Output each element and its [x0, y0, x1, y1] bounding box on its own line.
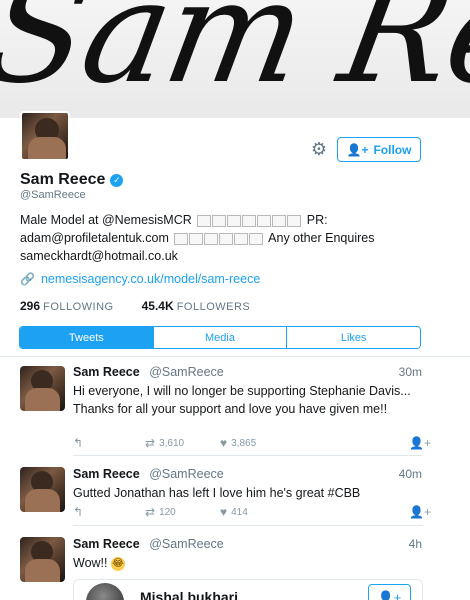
tweet-avatar[interactable] [20, 537, 65, 582]
reply-icon: ↰ [73, 505, 84, 519]
heart-icon: ♥ [220, 436, 228, 450]
tab-media[interactable]: Media [153, 327, 288, 348]
tweet-author-handle[interactable]: @SamReece [149, 537, 224, 551]
tweet-timestamp: 4h [408, 537, 422, 551]
tweet-author-name[interactable]: Sam Reece [73, 537, 140, 551]
verified-badge-icon: ✓ [110, 173, 124, 187]
like-button[interactable]: ♥ 3,865 [220, 436, 256, 450]
follow-button[interactable]: 👤+ Follow [337, 137, 421, 162]
retweet-button[interactable]: ⇄ 3,610 [145, 436, 184, 450]
tweet-header: Sam Reece @SamReece [73, 365, 224, 379]
profile-stats: 296 FOLLOWING 45.4K FOLLOWERS [20, 299, 250, 313]
add-user-icon: 👤+ [346, 142, 369, 157]
laughing-face-icon: 😂 [110, 556, 125, 571]
like-button[interactable]: ♥ 414 [220, 505, 248, 519]
avatar-torso [28, 137, 66, 159]
profile-bio: Male Model at @NemesisMCR PR: adam@profi… [20, 211, 440, 265]
tweet-timestamp: 40m [398, 467, 422, 481]
bio-email-text[interactable]: adam@profiletalentuk.com [20, 231, 169, 245]
gear-icon[interactable]: ⚙ [310, 140, 328, 158]
banner-script-text: Sam Reece [0, 0, 470, 115]
like-count: 3,865 [231, 437, 257, 449]
bio-line-2: adam@profiletalentuk.com Any other Enqui… [20, 229, 440, 247]
followers-count: 45.4K [141, 299, 174, 313]
tweet-header: Sam Reece @SamReece [73, 537, 224, 551]
tweet-actions: ↰ ⇄ 3,610 ♥ 3,865 👤+ [73, 436, 431, 450]
following-label: FOLLOWING [43, 301, 114, 313]
followers-label: FOLLOWERS [176, 301, 251, 313]
tweet-divider [73, 525, 423, 526]
quoted-user-avatar[interactable] [86, 583, 124, 600]
following-stat[interactable]: 296 FOLLOWING [20, 299, 114, 313]
tweet-text-content: Wow!! [73, 556, 108, 570]
tweet-text: Hi everyone, I will no longer be support… [73, 384, 411, 416]
add-user-icon: 👤+ [409, 505, 431, 519]
tab-likes[interactable]: Likes [287, 327, 420, 348]
tweet-divider [73, 455, 423, 456]
quoted-user-card[interactable]: Mishal bukhari 👤+ [73, 579, 423, 600]
retweet-count: 3,610 [159, 437, 185, 449]
tweet-avatar[interactable] [20, 467, 65, 512]
tweet-author-name[interactable]: Sam Reece [73, 467, 140, 481]
tab-tweets[interactable]: Tweets [20, 327, 154, 348]
tweet-header: Sam Reece @SamReece [73, 467, 224, 481]
tweet-actions: ↰ ⇄ 120 ♥ 414 👤+ [73, 505, 431, 519]
add-user-icon: 👤+ [377, 590, 402, 600]
tweet-author-handle[interactable]: @SamReece [149, 365, 224, 379]
missing-glyph-boxes [174, 232, 264, 245]
profile-banner: Sam Reece [0, 0, 470, 118]
quoted-user-follow-button[interactable]: 👤+ [368, 584, 411, 600]
link-icon: 🔗 [20, 272, 35, 286]
profile-tabs: Tweets Media Likes [19, 326, 421, 349]
profile-avatar[interactable] [20, 111, 70, 161]
tweet-author-handle[interactable]: @SamReece [149, 467, 224, 481]
profile-name: Sam Reece [20, 171, 106, 188]
tweet-text: Wow!! 😂 [73, 554, 425, 572]
profile-name-row: Sam Reece ✓ [20, 171, 124, 189]
profile-handle: @SamReece [20, 189, 86, 201]
reply-button[interactable]: ↰ [73, 505, 83, 519]
follow-user-button[interactable]: 👤+ [409, 505, 431, 519]
reply-button[interactable]: ↰ [73, 436, 83, 450]
follow-label: Follow [373, 142, 412, 157]
follow-user-button[interactable]: 👤+ [409, 436, 431, 450]
bio-text: Any other Enquires [268, 231, 375, 245]
like-count: 414 [231, 506, 248, 518]
missing-glyph-boxes [197, 214, 302, 227]
section-divider [0, 356, 470, 357]
retweet-button[interactable]: ⇄ 120 [145, 505, 176, 519]
retweet-icon: ⇄ [145, 505, 156, 519]
website-link[interactable]: nemesisagency.co.uk/model/sam-reece [41, 272, 260, 286]
retweet-count: 120 [159, 506, 176, 518]
followers-stat[interactable]: 45.4K FOLLOWERS [142, 299, 251, 313]
bio-line-3[interactable]: sameckhardt@hotmail.co.uk [20, 247, 440, 265]
tweet-avatar[interactable] [20, 366, 65, 411]
tweet-author-name[interactable]: Sam Reece [73, 365, 140, 379]
quoted-user-name[interactable]: Mishal bukhari [140, 589, 238, 600]
following-count: 296 [20, 299, 41, 313]
bio-text: Male Model at @NemesisMCR [20, 213, 192, 227]
reply-icon: ↰ [73, 436, 84, 450]
add-user-icon: 👤+ [409, 436, 431, 450]
website-row[interactable]: 🔗 nemesisagency.co.uk/model/sam-reece [20, 272, 260, 286]
bio-line-1: Male Model at @NemesisMCR PR: [20, 211, 440, 229]
tweet-text: Gutted Jonathan has left I love him he's… [73, 486, 361, 500]
tweet-timestamp: 30m [398, 365, 422, 379]
retweet-icon: ⇄ [145, 436, 156, 450]
bio-text: PR: [306, 213, 328, 227]
heart-icon: ♥ [220, 505, 228, 519]
